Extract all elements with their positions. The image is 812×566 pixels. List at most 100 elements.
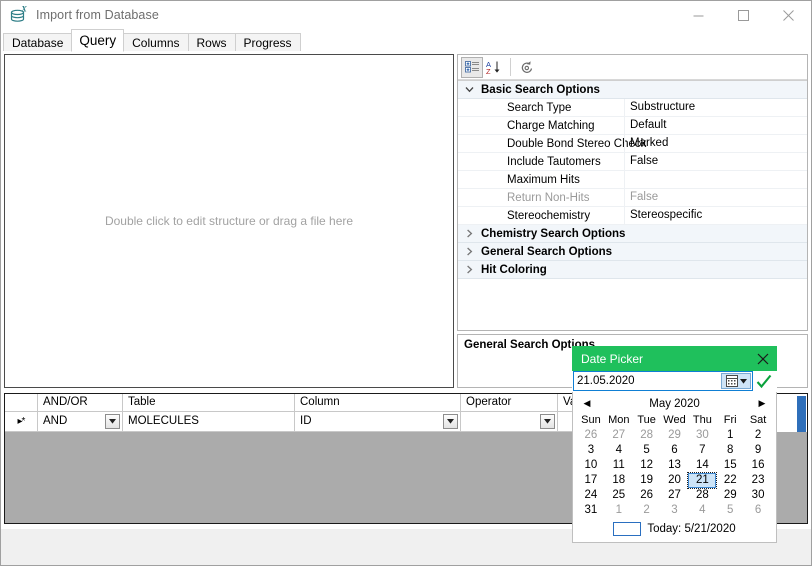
calendar-day[interactable]: 20 xyxy=(661,473,689,488)
calendar-day[interactable]: 6 xyxy=(661,443,689,458)
tab-progress[interactable]: Progress xyxy=(235,33,301,52)
new-row-marker: ▸* xyxy=(18,412,25,431)
calendar-day[interactable]: 24 xyxy=(577,488,605,503)
property-category-general-search-options[interactable]: General Search Options xyxy=(458,243,807,261)
property-value[interactable]: Stereospecific xyxy=(624,207,807,224)
calendar-day[interactable]: 26 xyxy=(633,488,661,503)
calendar-day[interactable]: 4 xyxy=(688,503,716,518)
grid-vertical-scrollbar-thumb[interactable] xyxy=(797,396,806,432)
tab-query[interactable]: Query xyxy=(71,29,124,52)
calendar-day[interactable]: 28 xyxy=(688,488,716,503)
tab-label: Progress xyxy=(244,36,292,50)
close-icon[interactable] xyxy=(755,351,771,367)
calendar-day[interactable]: 4 xyxy=(605,443,633,458)
chevron-down-icon[interactable] xyxy=(540,414,555,429)
calendar-day[interactable]: 28 xyxy=(633,428,661,443)
date-input-value[interactable]: 21.05.2020 xyxy=(577,375,635,387)
calendar-day[interactable]: 8 xyxy=(716,443,744,458)
chevron-down-icon[interactable] xyxy=(105,414,120,429)
chevron-right-icon[interactable] xyxy=(458,229,481,238)
property-value[interactable] xyxy=(624,171,807,188)
calendar-day[interactable]: 13 xyxy=(661,458,689,473)
calendar-day-selected[interactable]: 21 xyxy=(688,473,716,488)
grid-header-operator[interactable]: Operator xyxy=(461,394,558,412)
property-category-basic-search-options[interactable]: Basic Search Options xyxy=(458,81,807,99)
calendar-day[interactable]: 9 xyxy=(744,443,772,458)
calendar-day[interactable]: 10 xyxy=(577,458,605,473)
calendar-day[interactable]: 27 xyxy=(661,488,689,503)
calendar-day[interactable]: 7 xyxy=(688,443,716,458)
calendar-month-label[interactable]: May 2020 xyxy=(649,398,700,410)
calendar-day[interactable]: 1 xyxy=(605,503,633,518)
calendar-dropdown-button[interactable] xyxy=(721,373,751,389)
property-category-hit-coloring[interactable]: Hit Coloring xyxy=(458,261,807,279)
date-picker-dialog[interactable]: Date Picker 21.05.2020 xyxy=(572,346,777,543)
calendar-day[interactable]: 2 xyxy=(633,503,661,518)
calendar-day[interactable]: 6 xyxy=(744,503,772,518)
calendar-day[interactable]: 17 xyxy=(577,473,605,488)
cell-operator[interactable] xyxy=(461,412,558,432)
calendar-today-row[interactable]: Today: 5/21/2020 xyxy=(577,520,772,538)
calendar-day[interactable]: 11 xyxy=(605,458,633,473)
calendar-day[interactable]: 14 xyxy=(688,458,716,473)
grid-header-andor[interactable]: AND/OR xyxy=(38,394,123,412)
tab-rows[interactable]: Rows xyxy=(188,33,236,52)
property-row-charge-matching[interactable]: Charge Matching Default xyxy=(458,117,807,135)
calendar-day[interactable]: 1 xyxy=(716,428,744,443)
calendar-day[interactable]: 19 xyxy=(633,473,661,488)
calendar-day[interactable]: 15 xyxy=(716,458,744,473)
property-row-double-bond-stereo-check[interactable]: Double Bond Stereo Check Marked xyxy=(458,135,807,153)
calendar-day[interactable]: 25 xyxy=(605,488,633,503)
close-icon[interactable] xyxy=(766,1,811,29)
tab-columns[interactable]: Columns xyxy=(123,33,188,52)
calendar-day[interactable]: 26 xyxy=(577,428,605,443)
calendar-day[interactable]: 30 xyxy=(688,428,716,443)
cell-column[interactable]: ID xyxy=(295,412,461,432)
alphabetical-sort-icon[interactable]: A Z xyxy=(483,57,505,78)
confirm-date-button[interactable] xyxy=(753,371,775,391)
chevron-down-icon[interactable] xyxy=(443,414,458,429)
calendar-day[interactable]: 29 xyxy=(661,428,689,443)
cell-andor[interactable]: AND xyxy=(38,412,123,432)
structure-canvas[interactable]: Double click to edit structure or drag a… xyxy=(4,54,454,388)
property-value[interactable]: Substructure xyxy=(624,99,807,116)
date-input-wrapper[interactable]: 21.05.2020 xyxy=(573,371,753,391)
calendar-day[interactable]: 5 xyxy=(633,443,661,458)
calendar-popup[interactable]: ◀ May 2020 ▶ Sun Mon Tue Wed Thu Fri Sat… xyxy=(572,392,777,543)
chevron-right-icon[interactable] xyxy=(458,265,481,274)
minimize-icon[interactable] xyxy=(676,1,721,29)
property-value[interactable]: Marked xyxy=(624,135,807,152)
tab-database[interactable]: Database xyxy=(3,33,72,52)
arrow-left-icon[interactable]: ◀ xyxy=(580,398,594,409)
calendar-day[interactable]: 2 xyxy=(744,428,772,443)
reset-properties-icon[interactable] xyxy=(516,57,538,78)
calendar-day[interactable]: 3 xyxy=(577,443,605,458)
calendar-day[interactable]: 22 xyxy=(716,473,744,488)
calendar-day[interactable]: 18 xyxy=(605,473,633,488)
cell-table[interactable]: MOLECULES xyxy=(123,412,295,432)
grid-header-table[interactable]: Table xyxy=(123,394,295,412)
calendar-day[interactable]: 27 xyxy=(605,428,633,443)
categorized-view-icon[interactable] xyxy=(461,57,483,78)
property-category-chemistry-search-options[interactable]: Chemistry Search Options xyxy=(458,225,807,243)
calendar-day[interactable]: 3 xyxy=(661,503,689,518)
grid-header-column[interactable]: Column xyxy=(295,394,461,412)
calendar-day[interactable]: 31 xyxy=(577,503,605,518)
maximize-icon[interactable] xyxy=(721,1,766,29)
property-row-maximum-hits[interactable]: Maximum Hits xyxy=(458,171,807,189)
chevron-right-icon[interactable] xyxy=(458,247,481,256)
property-row-include-tautomers[interactable]: Include Tautomers False xyxy=(458,153,807,171)
calendar-day[interactable]: 5 xyxy=(716,503,744,518)
calendar-day[interactable]: 23 xyxy=(744,473,772,488)
chevron-down-icon[interactable] xyxy=(458,85,481,94)
calendar-day[interactable]: 12 xyxy=(633,458,661,473)
row-selector-cell[interactable]: ▸* xyxy=(5,412,38,432)
arrow-right-icon[interactable]: ▶ xyxy=(755,398,769,409)
calendar-day[interactable]: 30 xyxy=(744,488,772,503)
property-row-search-type[interactable]: Search Type Substructure xyxy=(458,99,807,117)
property-value[interactable]: False xyxy=(624,153,807,170)
calendar-day[interactable]: 16 xyxy=(744,458,772,473)
calendar-day[interactable]: 29 xyxy=(716,488,744,503)
property-value[interactable]: Default xyxy=(624,117,807,134)
property-row-stereochemistry[interactable]: Stereochemistry Stereospecific xyxy=(458,207,807,225)
